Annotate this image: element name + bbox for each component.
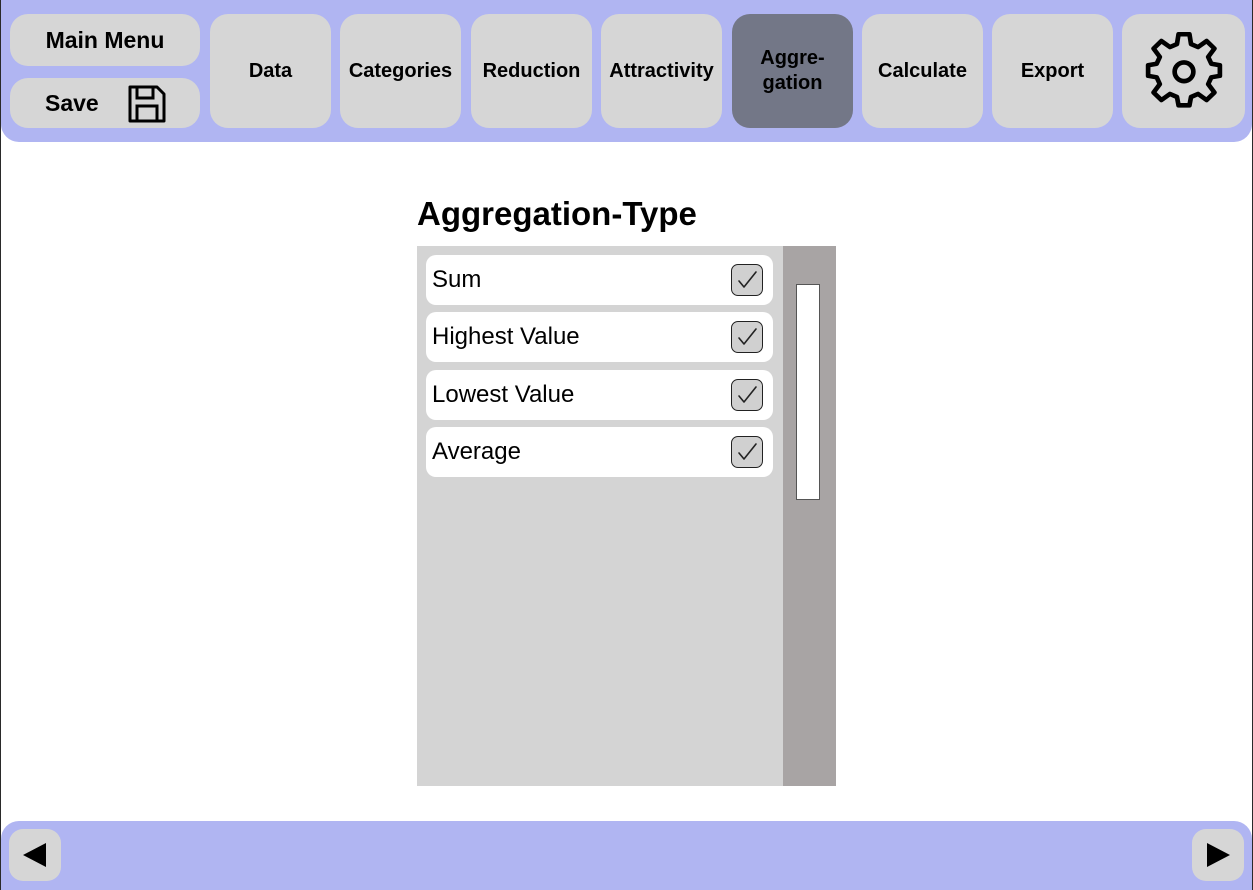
tab-categories[interactable]: Categories <box>340 14 461 128</box>
tab-reduction[interactable]: Reduction <box>471 14 592 128</box>
tab-data[interactable]: Data <box>210 14 331 128</box>
list-item-label: Highest Value <box>432 323 580 350</box>
save-button[interactable]: Save <box>10 78 200 128</box>
top-navigation-bar: Main Menu Save Data Categories Reduction… <box>1 0 1252 142</box>
gear-icon <box>1145 32 1222 108</box>
checkbox-sum[interactable] <box>731 264 763 296</box>
checkbox-lowest-value[interactable] <box>731 379 763 411</box>
left-arrow-icon <box>23 843 46 867</box>
checkbox-highest-value[interactable] <box>731 321 763 353</box>
list-item-sum[interactable]: Sum <box>426 255 773 305</box>
right-arrow-icon <box>1207 843 1230 867</box>
list-item-label: Average <box>432 438 521 465</box>
list-scrollbar[interactable] <box>783 246 836 786</box>
checkmark-icon <box>738 328 757 345</box>
aggregation-type-list: Sum Highest Value Lowest Value Average <box>417 246 783 786</box>
list-item-label: Sum <box>432 266 482 293</box>
tab-calculate[interactable]: Calculate <box>862 14 983 128</box>
floppy-disk-icon <box>128 85 166 123</box>
tab-attractivity[interactable]: Attractivity <box>601 14 722 128</box>
checkmark-icon <box>738 443 757 460</box>
checkmark-icon <box>738 271 757 288</box>
section-title: Aggregation-Type <box>417 195 697 232</box>
checkbox-average[interactable] <box>731 436 763 468</box>
scrollbar-thumb[interactable] <box>796 284 820 500</box>
checkmark-icon <box>738 386 757 403</box>
tab-export[interactable]: Export <box>992 14 1113 128</box>
settings-button[interactable] <box>1122 14 1245 128</box>
list-item-highest-value[interactable]: Highest Value <box>426 312 773 362</box>
previous-button[interactable] <box>9 829 61 881</box>
bottom-navigation-bar <box>1 821 1252 890</box>
list-item-average[interactable]: Average <box>426 427 773 477</box>
main-menu-button[interactable]: Main Menu <box>10 14 200 66</box>
list-item-lowest-value[interactable]: Lowest Value <box>426 370 773 420</box>
next-button[interactable] <box>1192 829 1244 881</box>
tab-aggregation[interactable]: Aggre- gation <box>732 14 853 128</box>
list-item-label: Lowest Value <box>432 381 575 408</box>
save-label: Save <box>45 89 99 116</box>
